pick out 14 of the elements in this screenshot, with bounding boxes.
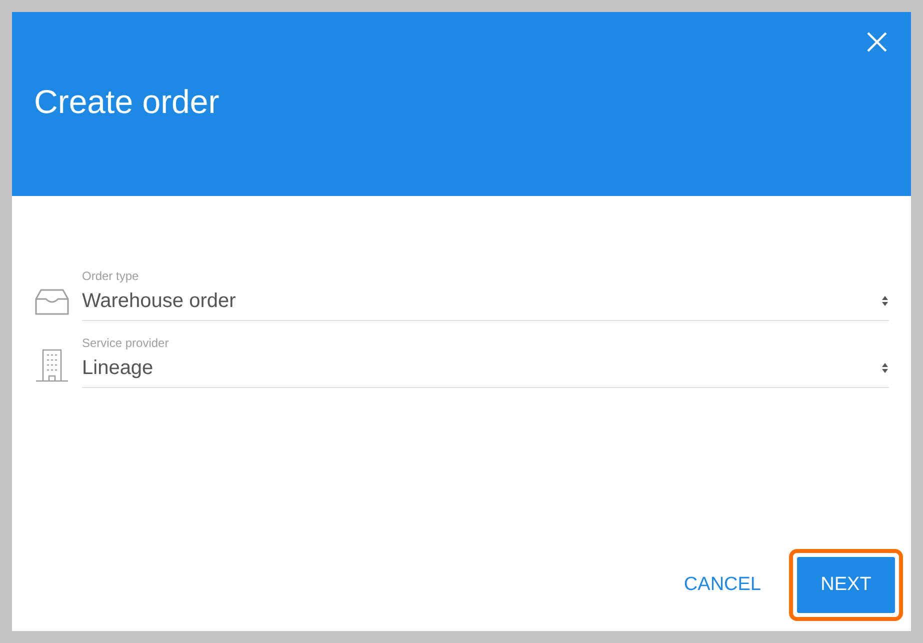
sort-icon: [881, 362, 889, 374]
field-value: Warehouse order: [82, 289, 236, 314]
building-icon: [35, 348, 69, 382]
sort-icon: [881, 295, 889, 307]
next-button[interactable]: NEXT: [797, 557, 895, 613]
tray-icon: [35, 289, 69, 315]
close-icon: [866, 31, 888, 53]
dialog-title: Create order: [34, 82, 220, 122]
field-value: Lineage: [82, 356, 154, 381]
field-label: Service provider: [82, 335, 170, 351]
select-field[interactable]: Order type Warehouse order: [82, 268, 889, 321]
select-field[interactable]: Service provider Lineage: [82, 335, 889, 388]
cancel-button[interactable]: CANCEL: [678, 557, 767, 613]
field-label: Order type: [82, 268, 140, 284]
